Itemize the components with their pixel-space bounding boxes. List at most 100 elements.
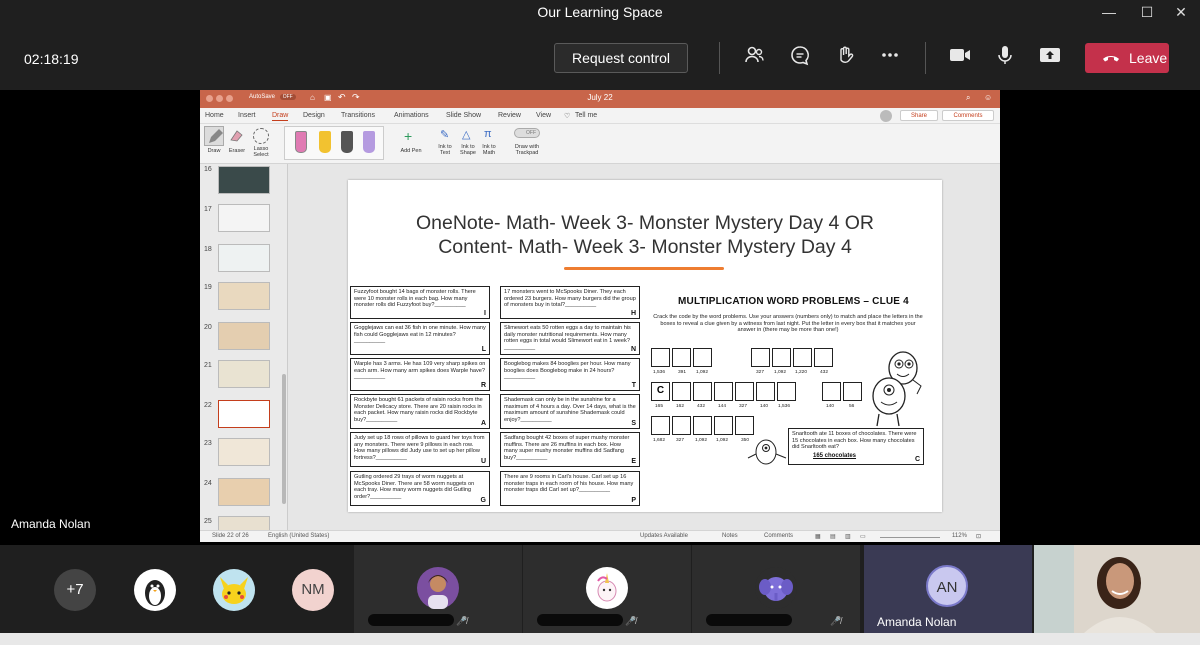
code-box-filled: C <box>651 382 670 401</box>
maximize-button[interactable]: ☐ <box>1136 2 1158 22</box>
search-icon[interactable]: ⌕ <box>966 93 970 103</box>
slide-thumbnail[interactable] <box>218 438 270 466</box>
tab-transitions[interactable]: Transitions <box>341 112 375 119</box>
more-icon[interactable] <box>876 44 904 72</box>
code-box <box>777 382 796 401</box>
window-title-bar: Our Learning Space — ☐ ✕ <box>0 0 1200 24</box>
slide-thumbnail[interactable] <box>218 478 270 506</box>
participant-tile[interactable]: 🎤̸ <box>354 545 522 633</box>
problem-card: There are 9 rooms in Carl's house. Carl … <box>500 471 640 506</box>
mic-icon[interactable] <box>991 44 1019 72</box>
slide-thumbnail[interactable] <box>218 360 270 388</box>
eraser-label: Eraser <box>228 148 246 154</box>
tab-design[interactable]: Design <box>303 112 325 119</box>
notes-button[interactable]: Notes <box>722 533 738 539</box>
tab-home[interactable]: Home <box>205 112 224 119</box>
smiley-icon[interactable]: ☺ <box>984 93 992 102</box>
problem-letter: H <box>630 310 636 317</box>
draw-ribbon: Draw Eraser Lasso Select + Add Pen ✎ Ink… <box>200 124 1000 164</box>
file-name: July 22 <box>587 93 613 102</box>
draw-tool-icon[interactable] <box>204 126 224 146</box>
zoom-slider[interactable] <box>880 537 940 538</box>
ink-to-text-icon[interactable]: ✎ <box>440 128 449 141</box>
example-card: Snarltooth ate 11 boxes of chocolates. T… <box>788 428 924 465</box>
ppt-title-bar: AutoSave OFF ⌂ ▣ ↶ ↷ July 22 ⌕ ☺ <box>200 90 1000 108</box>
current-slide[interactable]: OneNote- Math- Week 3- Monster Mystery D… <box>348 180 942 512</box>
penguin-avatar[interactable] <box>134 569 176 611</box>
thumbnail-scrollbar[interactable] <box>282 374 286 504</box>
add-pen-icon[interactable]: + <box>404 128 412 144</box>
tell-me-search[interactable]: Tell me <box>575 112 597 119</box>
eraser-icon[interactable] <box>228 128 244 144</box>
normal-view-icon[interactable]: ▦ <box>815 533 821 540</box>
problem-text: Rockbyte bought 61 packets of raisin roc… <box>354 397 483 423</box>
share-screen-icon[interactable] <box>1036 44 1064 72</box>
ink-to-shape-icon[interactable]: △ <box>462 128 470 141</box>
black-pen-icon[interactable] <box>341 131 353 153</box>
participant-tile-amanda[interactable]: AN Amanda Nolan <box>864 545 1032 633</box>
zoom-level[interactable]: 112% <box>952 533 967 539</box>
slide-thumbnail[interactable] <box>218 166 270 194</box>
tab-slideshow[interactable]: Slide Show <box>446 112 481 119</box>
fit-slide-icon[interactable]: ⊡ <box>976 533 981 540</box>
yellow-highlighter-icon[interactable] <box>319 131 331 153</box>
tab-insert[interactable]: Insert <box>238 112 256 119</box>
updates-available[interactable]: Updates Available <box>640 533 688 539</box>
clue-instructions: Crack the code by the word problems. Use… <box>653 314 923 333</box>
code-number: 327 <box>676 438 685 443</box>
problem-letter: N <box>630 346 636 353</box>
reading-view-icon[interactable]: ▥ <box>845 533 851 540</box>
tab-animations[interactable]: Animations <box>394 112 429 119</box>
user-avatar-icon[interactable] <box>880 110 892 122</box>
request-control-button[interactable]: Request control <box>554 43 688 73</box>
purple-pen-icon[interactable] <box>363 131 375 153</box>
slide-thumbnail[interactable] <box>218 516 270 530</box>
slide-thumbnail[interactable] <box>218 322 270 350</box>
pikachu-avatar[interactable] <box>213 569 255 611</box>
tab-view[interactable]: View <box>536 112 551 119</box>
participant-tile[interactable]: 🎤̸ <box>523 545 691 633</box>
lasso-icon[interactable] <box>253 128 269 144</box>
comments-status-button[interactable]: Comments <box>764 533 793 539</box>
share-button[interactable]: Share <box>900 110 938 121</box>
meeting-control-bar: 02:18:19 Request control Leave <box>0 24 1200 90</box>
code-number: 1,092 <box>716 438 729 443</box>
code-box <box>714 416 733 435</box>
pink-pen-icon[interactable] <box>295 131 307 153</box>
code-box <box>843 382 862 401</box>
leave-button[interactable]: Leave <box>1085 43 1169 73</box>
problem-letter: G <box>480 497 486 504</box>
comments-button[interactable]: Comments <box>942 110 994 121</box>
problem-letter: E <box>631 458 636 465</box>
slide-thumbnail[interactable] <box>218 204 270 232</box>
slideshow-view-icon[interactable]: ▭ <box>860 533 866 540</box>
tab-draw[interactable]: Draw <box>272 112 289 121</box>
monster-illustration <box>863 346 925 430</box>
tab-review[interactable]: Review <box>498 112 521 119</box>
code-number: 1,536 <box>653 370 666 375</box>
sorter-view-icon[interactable]: ▤ <box>830 533 836 540</box>
slide-thumbnail-selected[interactable] <box>218 400 270 428</box>
code-box <box>672 416 691 435</box>
language-indicator[interactable]: English (United States) <box>268 533 329 539</box>
participant-tile[interactable]: 🎤̸ <box>692 545 860 633</box>
trackpad-toggle[interactable]: OFF <box>514 128 540 138</box>
camera-icon[interactable] <box>946 44 974 72</box>
problem-text: Slimewort eats 50 rotten eggs a day to m… <box>504 325 631 351</box>
ink-to-math-icon[interactable]: π <box>484 128 492 140</box>
raise-hand-icon[interactable] <box>831 44 859 72</box>
participants-icon[interactable] <box>740 44 768 72</box>
overflow-participants[interactable]: +7 <box>54 569 96 611</box>
obscured-name <box>537 614 623 626</box>
thumb-number: 25 <box>204 518 212 525</box>
minimize-button[interactable]: — <box>1098 2 1120 22</box>
chat-icon[interactable] <box>786 44 814 72</box>
problem-card: Gutling ordered 29 trays of worm nuggets… <box>350 471 490 506</box>
slide-thumbnail[interactable] <box>218 244 270 272</box>
presenter-video[interactable] <box>1034 545 1200 633</box>
code-box <box>651 416 670 435</box>
slide-thumbnail[interactable] <box>218 282 270 310</box>
close-button[interactable]: ✕ <box>1170 2 1192 22</box>
code-number: 327 <box>739 404 748 409</box>
nm-avatar[interactable]: NM <box>292 569 334 611</box>
